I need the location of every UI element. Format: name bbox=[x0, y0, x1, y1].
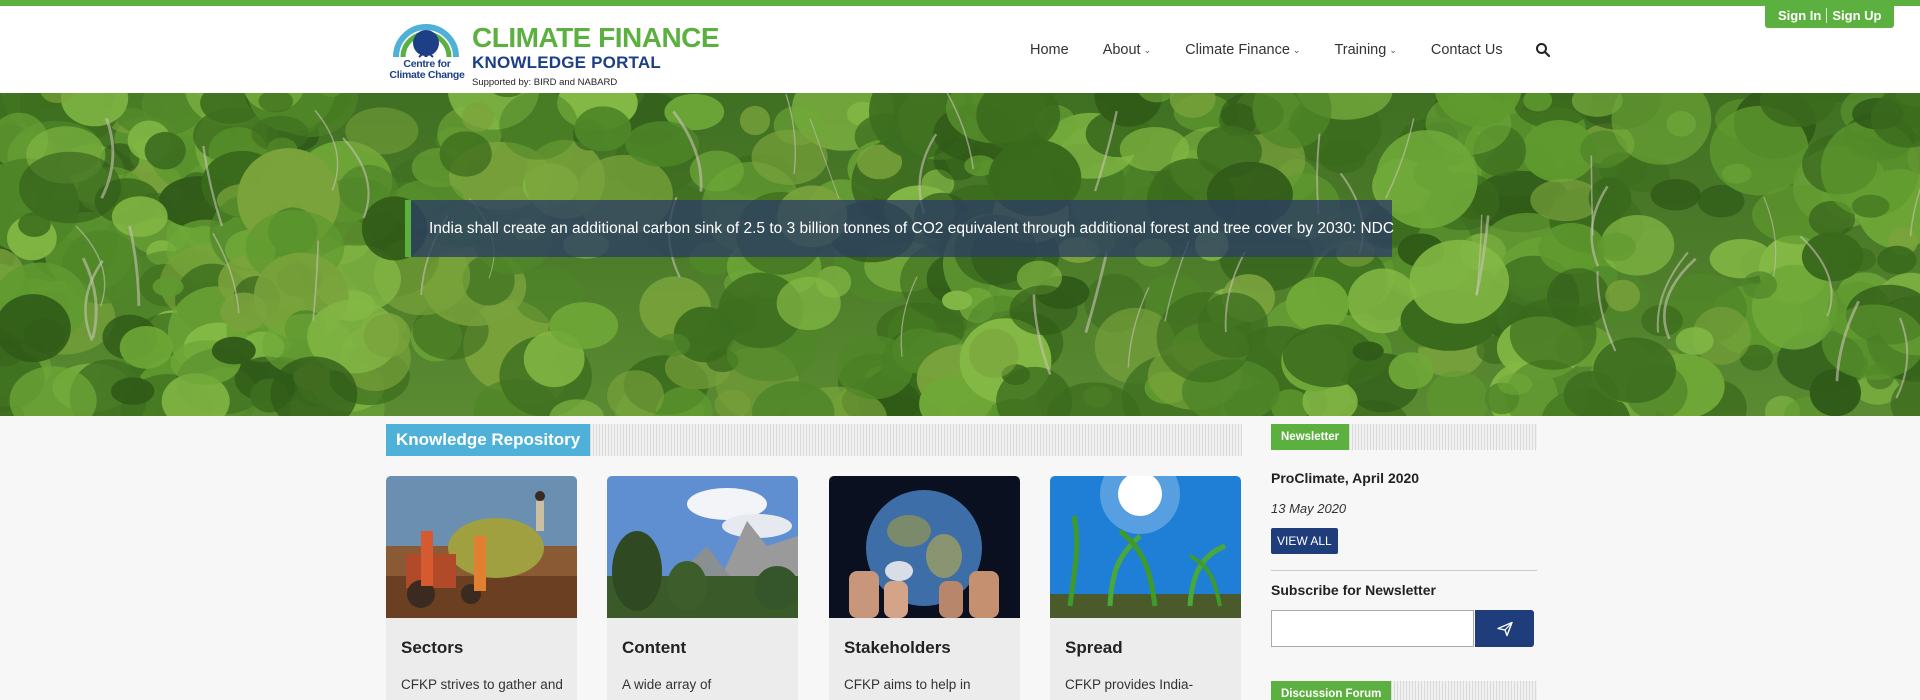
site-logo[interactable]: Centre for Climate Change CLIMATE FINANC… bbox=[386, 13, 719, 89]
subscribe-form bbox=[1271, 610, 1537, 647]
tree-crown-shape bbox=[111, 377, 155, 405]
newsletter-item-title[interactable]: ProClimate, April 2020 bbox=[1271, 470, 1537, 486]
sidebar: Newsletter ProClimate, April 2020 13 May… bbox=[1271, 424, 1537, 700]
tree-crown-shape bbox=[1509, 297, 1597, 370]
hero-banner: India shall create an additional carbon … bbox=[0, 93, 1920, 416]
nav-contact[interactable]: Contact Us bbox=[1431, 42, 1503, 58]
send-icon bbox=[1496, 621, 1513, 636]
discussion-forum-title: Discussion Forum bbox=[1271, 681, 1392, 700]
earth-hands-image bbox=[829, 476, 1020, 618]
tree-crown-shape bbox=[1851, 194, 1890, 218]
site-header: Centre for Climate Change CLIMATE FINANC… bbox=[0, 6, 1920, 93]
tree-crown-shape bbox=[1009, 285, 1078, 336]
view-all-button[interactable]: VIEW ALL bbox=[1271, 528, 1338, 554]
subscribe-button[interactable] bbox=[1475, 610, 1534, 647]
main-nav: Home About ⌄ Climate Finance ⌄ Training ⌄ C… bbox=[1030, 42, 1551, 58]
logo-title-line2: KNOWLEDGE PORTAL bbox=[472, 53, 661, 72]
card-description: CFKP strives to gather and bbox=[401, 677, 563, 692]
chevron-down-icon: ⌄ bbox=[1143, 44, 1152, 55]
tree-crown-shape bbox=[1319, 138, 1367, 174]
card-description: A wide array of bbox=[622, 677, 712, 692]
tree-crown-shape bbox=[657, 333, 691, 357]
nav-about[interactable]: About ⌄ bbox=[1103, 42, 1151, 58]
tree-crown-shape bbox=[1675, 327, 1714, 355]
tree-crown-shape bbox=[1801, 232, 1864, 282]
tree-crown-shape bbox=[119, 326, 173, 369]
tree-crown-shape bbox=[144, 131, 186, 170]
main-content: Knowledge Repository Sectors CFKP strive… bbox=[0, 416, 1920, 700]
discussion-forum-header: Discussion Forum bbox=[1271, 681, 1537, 700]
tree-crown-shape bbox=[211, 336, 256, 365]
tree-crown-shape bbox=[439, 131, 492, 177]
farmers-harvest-image bbox=[386, 476, 577, 618]
corn-field-image bbox=[1050, 476, 1241, 618]
newsletter-item-date: 13 May 2020 bbox=[1271, 501, 1347, 516]
auth-divider bbox=[1826, 8, 1828, 23]
tree-crown-shape bbox=[1388, 352, 1434, 390]
card-content[interactable]: Content A wide array of bbox=[607, 476, 798, 700]
tree-crown-shape bbox=[1197, 292, 1268, 358]
tree-crown-shape bbox=[1650, 179, 1701, 211]
newsletter-header: Newsletter bbox=[1271, 424, 1537, 450]
tree-crown-shape bbox=[1742, 271, 1778, 300]
nav-climate-finance[interactable]: Climate Finance ⌄ bbox=[1185, 42, 1300, 58]
tree-crown-shape bbox=[1285, 276, 1349, 332]
sign-in-link[interactable]: Sign In bbox=[1773, 8, 1826, 23]
tree-crown-shape bbox=[625, 121, 700, 167]
tree-crown-shape bbox=[574, 106, 632, 152]
tree-crown-shape bbox=[942, 290, 973, 311]
subscribe-title: Subscribe for Newsletter bbox=[1271, 582, 1436, 598]
tree-crown-shape bbox=[18, 212, 51, 237]
tree-crown-shape bbox=[1597, 232, 1636, 262]
knowledge-repository-header: Knowledge Repository bbox=[386, 424, 1242, 456]
tree-crown-shape bbox=[152, 276, 184, 297]
card-stakeholders[interactable]: Stakeholders CFKP aims to help in bbox=[829, 476, 1020, 700]
mountain-landscape-image bbox=[607, 476, 798, 618]
tree-crown-shape bbox=[499, 93, 578, 160]
tree-crown-shape bbox=[1497, 373, 1533, 396]
tree-crown-shape bbox=[345, 107, 419, 155]
tree-crown-shape bbox=[1641, 304, 1683, 337]
sidebar-divider bbox=[1271, 570, 1537, 571]
card-title: Stakeholders bbox=[844, 638, 951, 657]
tree-crown-shape bbox=[363, 313, 411, 358]
auth-bar: Sign In Sign Up bbox=[1765, 3, 1895, 28]
search-icon[interactable] bbox=[1535, 42, 1551, 58]
tree-crown-shape bbox=[1605, 279, 1641, 312]
card-description: CFKP provides India- bbox=[1065, 677, 1194, 692]
card-title: Sectors bbox=[401, 638, 464, 657]
card-spread[interactable]: Spread CFKP provides India- bbox=[1050, 476, 1241, 700]
card-title: Spread bbox=[1065, 638, 1123, 657]
newsletter-title: Newsletter bbox=[1271, 424, 1350, 450]
tree-crown-shape bbox=[1352, 341, 1384, 361]
tree-crown-shape bbox=[776, 276, 841, 331]
tree-crown-shape bbox=[461, 102, 495, 132]
subscribe-email-input[interactable] bbox=[1271, 610, 1474, 647]
chevron-down-icon: ⌄ bbox=[1389, 44, 1397, 55]
card-description: CFKP aims to help in bbox=[844, 677, 971, 692]
centre-name: Centre for Climate Change bbox=[389, 58, 465, 81]
logo-title-line1: CLIMATE FINANCE bbox=[472, 22, 720, 53]
chevron-down-icon: ⌄ bbox=[1292, 44, 1301, 55]
tree-crown-shape bbox=[1538, 223, 1606, 275]
tree-crown-shape bbox=[1409, 239, 1510, 324]
tree-crown-shape bbox=[1877, 245, 1917, 275]
tree-crown-shape bbox=[751, 129, 828, 185]
tree-crown-shape bbox=[111, 196, 168, 237]
tree-crown-shape bbox=[739, 105, 771, 136]
card-title: Content bbox=[622, 638, 687, 657]
logo-supported-by: Supported by: BIRD and NABARD bbox=[472, 77, 618, 88]
hero-quote: India shall create an additional carbon … bbox=[405, 200, 1394, 257]
tree-crown-shape bbox=[549, 302, 619, 350]
nav-training[interactable]: Training ⌄ bbox=[1334, 42, 1396, 58]
knowledge-repository-title: Knowledge Repository bbox=[386, 424, 591, 456]
nav-home[interactable]: Home bbox=[1030, 42, 1069, 58]
tree-crown-shape bbox=[220, 292, 267, 332]
tree-crown-shape bbox=[969, 328, 1019, 378]
sign-up-link[interactable]: Sign Up bbox=[1827, 8, 1886, 23]
card-sectors[interactable]: Sectors CFKP strives to gather and bbox=[386, 476, 577, 700]
